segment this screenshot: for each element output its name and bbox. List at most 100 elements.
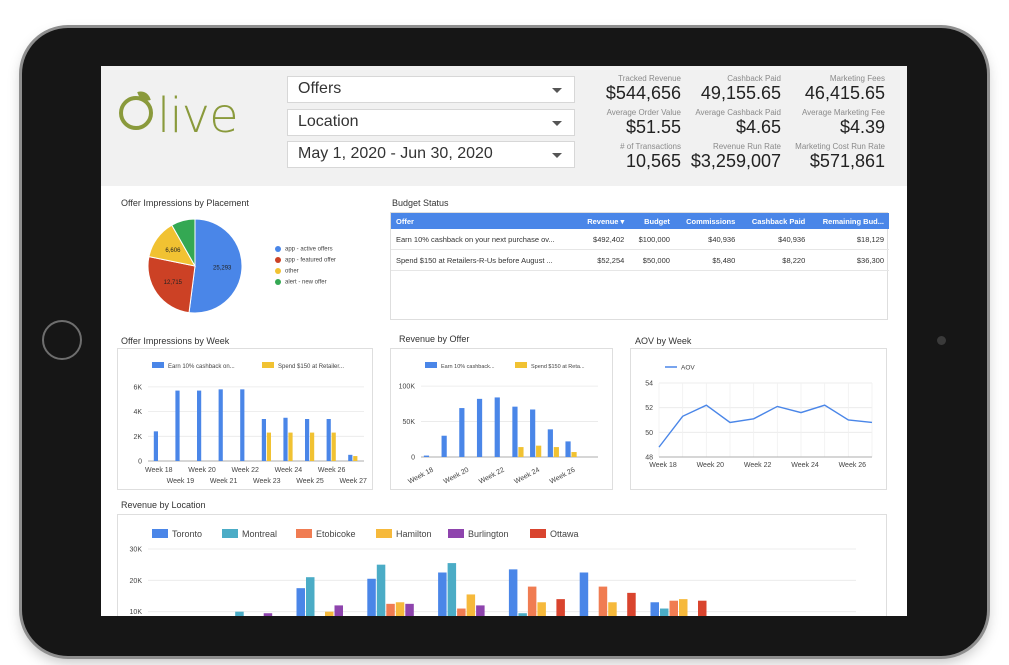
placement-pie-chart: 25,293 12,715 6,606 <box>147 218 243 314</box>
legend-swatch <box>152 362 164 368</box>
home-button[interactable] <box>42 320 82 360</box>
table-cell: $492,402 <box>577 229 630 250</box>
legend-swatch <box>515 362 527 368</box>
bar <box>536 445 542 457</box>
y-tick-label: 0 <box>411 455 415 462</box>
y-tick-label: 100K <box>399 384 416 391</box>
table-cell: $100,000 <box>629 229 675 250</box>
chevron-down-icon <box>552 88 562 93</box>
table-cell: $50,000 <box>629 249 675 271</box>
kpi-label: Marketing Fees <box>829 74 885 83</box>
bar <box>334 605 343 616</box>
legend-label: AOV <box>681 365 695 372</box>
bar <box>263 613 273 616</box>
bar <box>459 408 465 457</box>
legend-swatch <box>530 529 546 538</box>
x-tick-label: Week 22 <box>478 467 506 486</box>
bar <box>553 447 559 457</box>
bar <box>530 409 536 457</box>
table-row[interactable]: Earn 10% cashback on your next purchase … <box>391 229 889 250</box>
kpi-value: $4.39 <box>839 117 885 137</box>
bar <box>476 605 485 616</box>
column-header-offer[interactable]: Offer <box>391 213 578 229</box>
legend-label: Spend $150 at Reta... <box>531 364 585 370</box>
bar <box>405 603 414 616</box>
bar <box>266 432 271 461</box>
legend-swatch <box>376 529 392 538</box>
bar <box>235 611 244 616</box>
offers-dropdown[interactable]: Offers <box>287 76 575 103</box>
table-cell: Spend $150 at Retailers-R-Us before Augu… <box>391 249 578 271</box>
kpi-value: $544,656 <box>605 83 681 103</box>
x-tick-label: Week 24 <box>513 467 541 486</box>
x-tick-label: Week 27 <box>339 478 367 485</box>
kpi-label: Cashback Paid <box>727 74 781 83</box>
pie-slice-label: 12,715 <box>164 280 183 286</box>
bar <box>660 608 669 616</box>
x-tick-label: Week 18 <box>649 462 677 469</box>
revenue-by-offer-chart: 0 50K 100K Earn 10% cashback... Spend $150 a… <box>399 362 598 486</box>
column-header-revenue[interactable]: Revenue ▾ <box>577 213 630 229</box>
column-header-commissions[interactable]: Commissions <box>674 213 741 229</box>
kpi-label: Average Cashback Paid <box>695 108 781 117</box>
bar <box>386 603 395 616</box>
legend-label: other <box>285 268 299 275</box>
aov-by-week-chart: 48 50 52 54 AOV Week 18 Week 20 Week 22 Week 24 W… <box>645 365 873 469</box>
kpi-transactions: # of Transactions 10,565 <box>620 142 681 172</box>
offers-dropdown-label: Offers <box>298 80 342 97</box>
bar <box>310 432 315 461</box>
location-chart-title: Revenue by Location <box>121 500 206 510</box>
date-range-label: May 1, 2020 - Jun 30, 2020 <box>298 145 493 162</box>
column-header-budget[interactable]: Budget <box>629 213 675 229</box>
y-tick-label: 2K <box>133 434 142 441</box>
x-tick-label: Week 24 <box>275 467 303 474</box>
bar <box>494 397 500 457</box>
column-header-cashback[interactable]: Cashback Paid <box>740 213 811 229</box>
y-tick-label: 52 <box>645 405 653 412</box>
bar <box>325 611 334 616</box>
bar <box>175 390 180 461</box>
y-tick-label: 50 <box>645 430 653 437</box>
logo-wordmark: live <box>157 88 239 144</box>
y-tick-label: 10K <box>130 609 143 616</box>
kpi-marketing-cost-run-rate: Marketing Cost Run Rate $571,861 <box>795 142 885 172</box>
bar <box>508 569 518 616</box>
x-tick-label: Week 18 <box>407 467 435 486</box>
table-cell: $36,300 <box>810 249 889 271</box>
pie-slice-label: 25,293 <box>213 266 232 272</box>
table-cell: $18,129 <box>810 229 889 250</box>
x-tick-label: Week 21 <box>210 478 238 485</box>
bar <box>698 600 707 616</box>
kpi-value: 49,155.65 <box>700 83 781 103</box>
table-cell: Earn 10% cashback on your next purchase … <box>391 229 578 250</box>
bar <box>527 586 537 616</box>
x-tick-label: Week 20 <box>697 462 725 469</box>
aov-panel: 48 50 52 54 AOV Week 18 Week 20 Week 22 Week 24 W… <box>630 348 887 490</box>
location-dropdown[interactable]: Location <box>287 109 575 136</box>
y-tick-label: 50K <box>403 419 416 426</box>
y-tick-label: 54 <box>645 381 653 388</box>
legend-swatch <box>262 362 274 368</box>
x-tick-label: Week 23 <box>253 478 281 485</box>
column-header-remaining[interactable]: Remaining Bud... <box>810 213 889 229</box>
budget-title: Budget Status <box>392 198 449 208</box>
date-range-picker[interactable]: May 1, 2020 - Jun 30, 2020 <box>287 141 575 168</box>
bar <box>288 432 293 461</box>
legend-swatch <box>152 529 168 538</box>
bar <box>283 417 288 461</box>
legend-swatch <box>275 268 281 274</box>
x-tick-label: Week 20 <box>188 467 216 474</box>
bar <box>296 588 305 616</box>
legend-label: app - active offers <box>285 246 333 253</box>
kpi-value: $571,861 <box>809 151 885 171</box>
table-cell: $52,254 <box>577 249 630 271</box>
camera-icon <box>937 336 946 345</box>
y-tick-label: 30K <box>130 547 143 554</box>
bar <box>518 447 524 457</box>
table-row[interactable]: Spend $150 at Retailers-R-Us before Augu… <box>391 249 889 271</box>
kpi-average-marketing-fee: Average Marketing Fee $4.39 <box>802 108 885 138</box>
y-tick-label: 0 <box>138 459 142 466</box>
legend-swatch <box>448 529 464 538</box>
bar <box>565 441 571 457</box>
legend-swatch <box>275 246 281 252</box>
